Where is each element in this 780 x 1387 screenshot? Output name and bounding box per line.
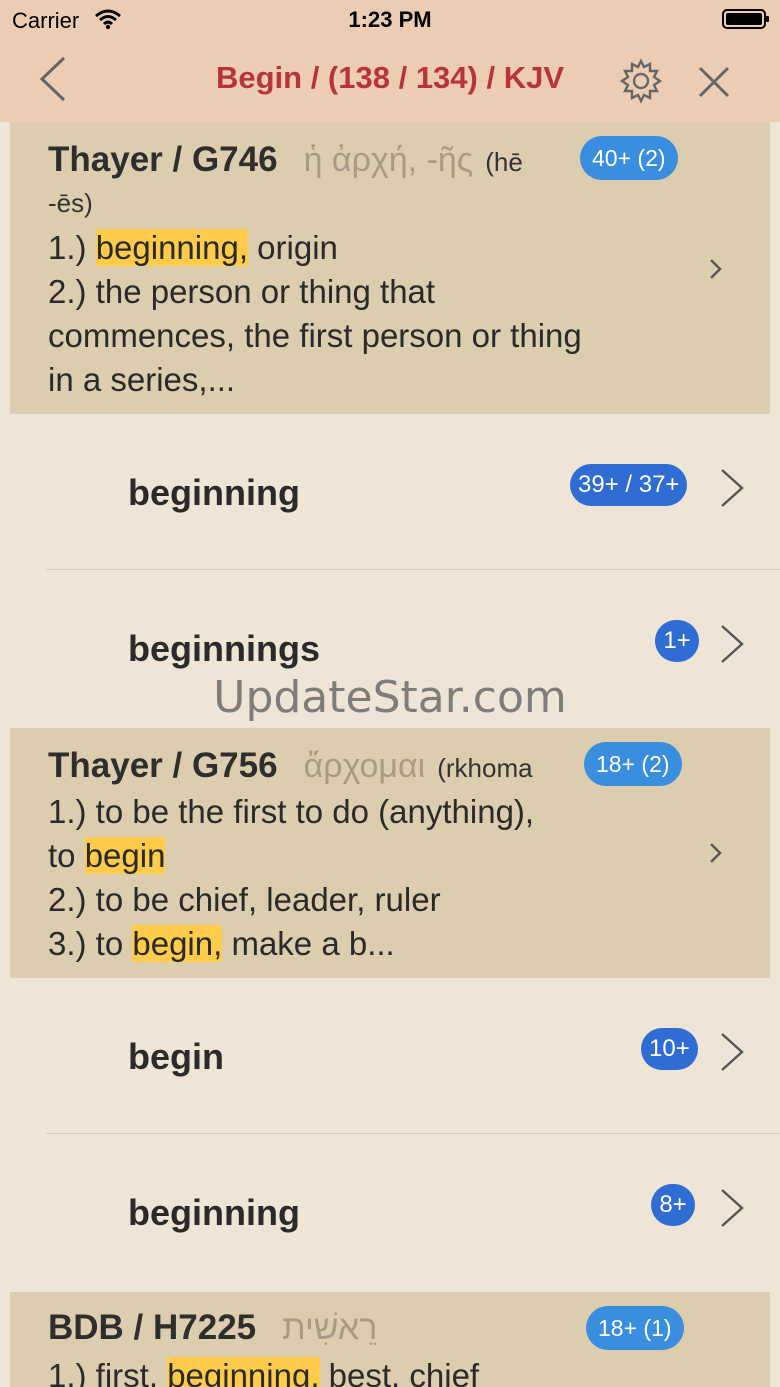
entry-heading: BDB / H7225 רֵאשִׁית — [48, 1308, 377, 1348]
entry-definition: 1.) to be the first to do (anything), to… — [48, 790, 688, 966]
chevron-right-icon — [721, 469, 744, 507]
definition-line: 2.) the person or thing that — [48, 273, 436, 310]
count-badge: 18+ (2) — [584, 742, 682, 786]
close-icon[interactable] — [694, 62, 734, 102]
gear-icon[interactable] — [618, 58, 664, 104]
definition-line: 1.) beginning, origin — [48, 229, 338, 266]
row-label: beginning — [128, 472, 300, 513]
entry-word: רֵאשִׁית — [282, 1309, 378, 1347]
definition-line: in a series,... — [48, 361, 236, 398]
entry-source: Thayer / G756 — [48, 746, 278, 785]
entry-word: ἡ ἀρχή, -ῆς — [303, 141, 474, 179]
word-row[interactable]: beginnings 1+ — [0, 570, 780, 726]
lexicon-entry[interactable]: Thayer / G756 ἄρχομαι (rkhoma 18+ (2) 1.) … — [10, 728, 770, 978]
count-badge: 18+ (1) — [586, 1306, 684, 1350]
chevron-right-icon — [721, 1033, 744, 1071]
word-row[interactable]: beginning 39+ / 37+ — [0, 414, 780, 570]
entry-transliteration: (hē — [485, 147, 523, 177]
count-badge: 8+ — [651, 1184, 695, 1226]
word-row[interactable]: beginning 8+ — [0, 1134, 780, 1290]
count-badge: 10+ — [641, 1028, 698, 1070]
entry-transliteration-cont: -ēs) — [48, 188, 93, 218]
count-badge: 1+ — [655, 620, 699, 662]
definition-line: 1.) to be the first to do (anything), — [48, 793, 535, 830]
entry-source: Thayer / G746 — [48, 140, 278, 179]
chevron-right-icon — [710, 843, 722, 863]
word-row[interactable]: begin 10+ — [0, 978, 780, 1134]
row-label: begin — [128, 1036, 224, 1077]
definition-line: 2.) to be chief, leader, ruler — [48, 881, 441, 918]
entry-word: ἄρχομαι — [303, 747, 426, 785]
count-badge: 39+ / 37+ — [570, 464, 688, 506]
chevron-right-icon — [710, 259, 722, 279]
battery-icon — [722, 9, 769, 29]
entry-definition: 1.) beginning, origin 2.) the person or … — [48, 226, 688, 402]
clock: 1:23 PM — [348, 7, 432, 32]
definition-line: to begin — [48, 837, 166, 874]
entry-definition: 1.) first, beginning, best, chief — [48, 1354, 688, 1387]
entry-source: BDB / H7225 — [48, 1308, 257, 1347]
chevron-right-icon — [721, 625, 744, 663]
definition-line: 3.) to begin, make a b... — [48, 925, 395, 962]
definition-line: 1.) first, beginning, best, chief — [48, 1354, 688, 1387]
entry-heading: Thayer / G756 ἄρχομαι (rkhoma — [48, 746, 533, 786]
count-badge: 40+ (2) — [580, 136, 678, 180]
entry-transliteration: (rkhoma — [437, 753, 533, 783]
results-list: Thayer / G746 ἡ ἀρχή, -ῆς (hē -ēs) 40+ (2)… — [0, 122, 780, 1387]
nav-bar: Begin / (138 / 134) / KJV — [0, 40, 780, 122]
status-bar: Carrier 1:23 PM — [0, 0, 780, 40]
row-label: beginning — [128, 1192, 300, 1233]
lexicon-entry[interactable]: BDB / H7225 רֵאשִׁית 18+ (1) 1.) first, b… — [10, 1292, 770, 1387]
entry-heading: Thayer / G746 ἡ ἀρχή, -ῆς (hē — [48, 140, 523, 180]
definition-line: commences, the first person or thing — [48, 317, 582, 354]
lexicon-entry[interactable]: Thayer / G746 ἡ ἀρχή, -ῆς (hē -ēs) 40+ (2)… — [10, 122, 770, 414]
row-label: beginnings — [128, 628, 320, 669]
chevron-right-icon — [721, 1189, 744, 1227]
